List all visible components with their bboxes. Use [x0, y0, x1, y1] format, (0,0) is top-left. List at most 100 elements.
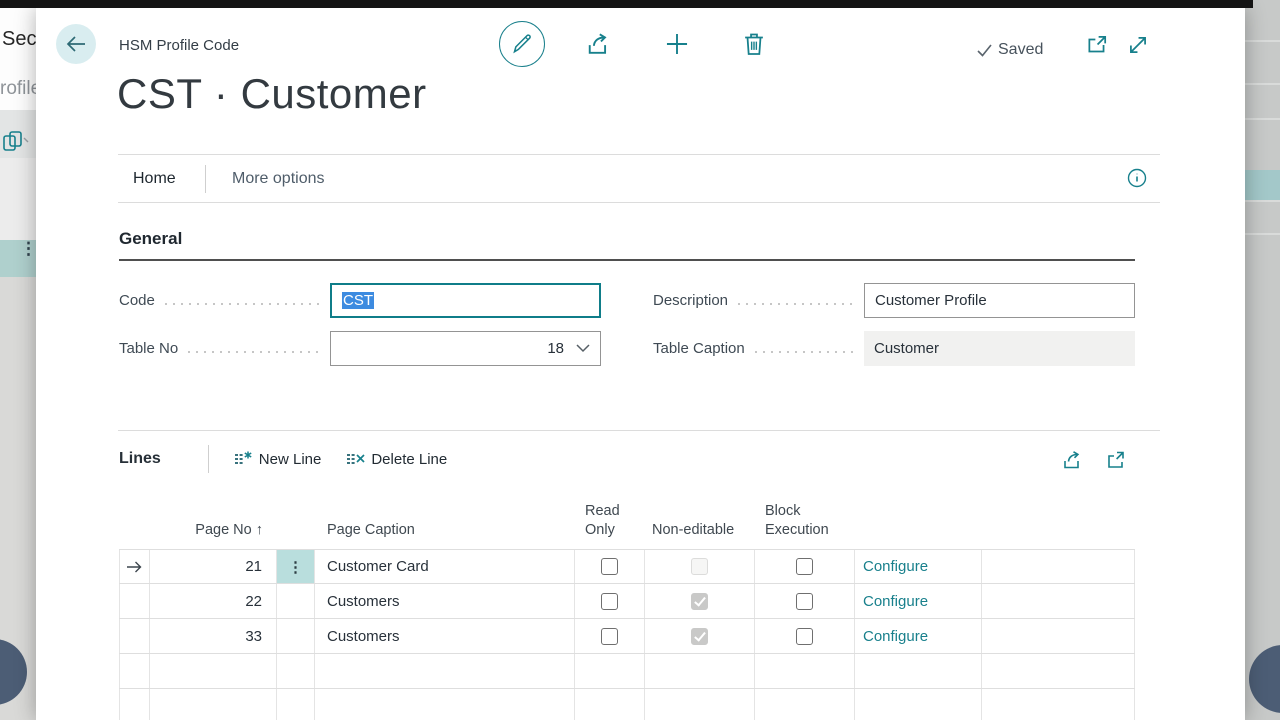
col-header-page-caption[interactable]: Page Caption	[315, 521, 575, 549]
non-editable-checkbox	[691, 558, 708, 575]
back-button[interactable]	[56, 24, 96, 64]
table-no-input[interactable]: 18	[330, 331, 601, 366]
block-execution-checkbox[interactable]	[796, 628, 813, 645]
resize-dialog-button[interactable]	[1125, 32, 1151, 58]
save-status-label: Saved	[998, 41, 1043, 59]
cell-non-editable	[645, 550, 755, 583]
cell-page-caption[interactable]: Customers	[315, 619, 575, 653]
chevron-down-icon[interactable]	[576, 344, 590, 353]
share-icon	[1061, 449, 1083, 471]
description-input[interactable]: Customer Profile	[864, 283, 1135, 318]
background-page-right	[1245, 0, 1280, 720]
cell-read-only[interactable]	[575, 619, 645, 653]
back-arrow-icon	[64, 34, 88, 54]
background-row-line	[1245, 40, 1280, 42]
row-menu-cell	[277, 619, 315, 653]
delete-button[interactable]	[741, 31, 767, 57]
background-bubble-right	[1249, 645, 1280, 713]
non-editable-checkbox	[691, 593, 708, 610]
lines-table-header: Page No ↑ Page Caption Read Only Non-edi…	[119, 478, 1135, 549]
share-button[interactable]	[585, 31, 611, 57]
table-row[interactable]: 33 Customers Configure	[119, 619, 1135, 654]
cell-block-execution[interactable]	[755, 619, 855, 653]
lines-share-button[interactable]	[1061, 449, 1083, 471]
current-row-indicator	[119, 550, 150, 583]
configure-link[interactable]: Configure	[855, 584, 982, 618]
read-only-checkbox[interactable]	[601, 593, 618, 610]
table-row[interactable]: 22 Customers Configure	[119, 584, 1135, 619]
new-line-button[interactable]: New Line	[233, 450, 322, 468]
divider	[118, 430, 1160, 431]
cell-read-only[interactable]	[575, 584, 645, 618]
cell-non-editable	[645, 584, 755, 618]
lines-section-heading[interactable]: Lines	[119, 450, 161, 468]
configure-link[interactable]: Configure	[855, 550, 982, 583]
info-icon	[1127, 168, 1147, 188]
read-only-checkbox[interactable]	[601, 558, 618, 575]
block-execution-checkbox[interactable]	[796, 558, 813, 575]
tab-more-options[interactable]: More options	[232, 170, 325, 188]
cell-block-execution[interactable]	[755, 550, 855, 583]
table-row[interactable]: 21 ⋮ Customer Card Configure	[119, 549, 1135, 584]
cell-page-no[interactable]: 33	[150, 619, 277, 653]
row-selector-header	[119, 540, 150, 549]
background-row-line	[1245, 118, 1280, 120]
row-selector[interactable]	[119, 619, 150, 653]
cell-page-caption[interactable]: Customers	[315, 584, 575, 618]
new-button[interactable]	[664, 31, 690, 57]
cell-page-no[interactable]: 22	[150, 584, 277, 618]
info-button[interactable]	[1127, 168, 1147, 188]
pages-icon	[2, 128, 32, 154]
expand-arrows-icon	[1126, 33, 1150, 57]
dotted-leader	[165, 303, 320, 305]
trash-icon	[742, 31, 766, 57]
row-menu-dots-icon: ⋮	[20, 244, 36, 254]
col-header-block-execution[interactable]: Block Execution	[755, 502, 855, 549]
popout-window-icon	[1105, 449, 1127, 471]
description-value: Customer Profile	[875, 292, 987, 309]
col-header-spare	[982, 540, 1135, 549]
col-header-read-only[interactable]: Read Only	[575, 502, 645, 549]
cell-spare	[982, 584, 1135, 618]
page-caption: HSM Profile Code	[119, 37, 239, 54]
dotted-leader	[188, 351, 320, 353]
row-menu-header	[277, 540, 315, 549]
row-selector[interactable]	[119, 584, 150, 618]
block-execution-checkbox[interactable]	[796, 593, 813, 610]
background-page-left: Secu rofile ⋮	[0, 0, 36, 720]
tab-home[interactable]: Home	[133, 170, 176, 188]
read-only-checkbox[interactable]	[601, 628, 618, 645]
right-arrow-icon	[126, 560, 143, 574]
cell-page-caption[interactable]: Customer Card	[315, 550, 575, 583]
background-row-line	[1245, 83, 1280, 85]
row-menu-button[interactable]: ⋮	[277, 550, 315, 583]
code-input[interactable]: CST	[330, 283, 601, 318]
open-in-window-button[interactable]	[1084, 32, 1110, 58]
lines-popout-button[interactable]	[1105, 449, 1127, 471]
table-row-empty[interactable]	[119, 689, 1135, 720]
background-row-line	[1245, 200, 1280, 202]
cell-page-no[interactable]: 21	[150, 550, 277, 583]
row-menu-cell	[277, 584, 315, 618]
share-icon	[585, 31, 611, 57]
cell-read-only[interactable]	[575, 550, 645, 583]
table-caption-field-label: Table Caption	[653, 340, 745, 357]
general-section-rule	[119, 259, 1135, 261]
background-page-title-fragment: Secu	[2, 28, 36, 51]
col-header-configure	[855, 540, 982, 549]
col-header-non-editable[interactable]: Non-editable	[645, 521, 755, 549]
configure-link[interactable]: Configure	[855, 619, 982, 653]
cell-block-execution[interactable]	[755, 584, 855, 618]
delete-line-icon	[345, 450, 365, 468]
sort-ascending-icon: ↑	[256, 522, 263, 538]
col-header-page-no[interactable]: Page No ↑	[150, 521, 277, 549]
general-section-heading[interactable]: General	[119, 229, 182, 249]
tab-separator	[205, 165, 206, 193]
delete-line-button[interactable]: Delete Line	[345, 450, 447, 468]
background-list-area	[0, 158, 36, 240]
lines-table: Page No ↑ Page Caption Read Only Non-edi…	[119, 478, 1135, 720]
table-row-empty[interactable]	[119, 654, 1135, 689]
edit-button[interactable]	[499, 21, 545, 67]
save-status: Saved	[976, 41, 1043, 59]
table-no-field-label: Table No	[119, 340, 178, 357]
